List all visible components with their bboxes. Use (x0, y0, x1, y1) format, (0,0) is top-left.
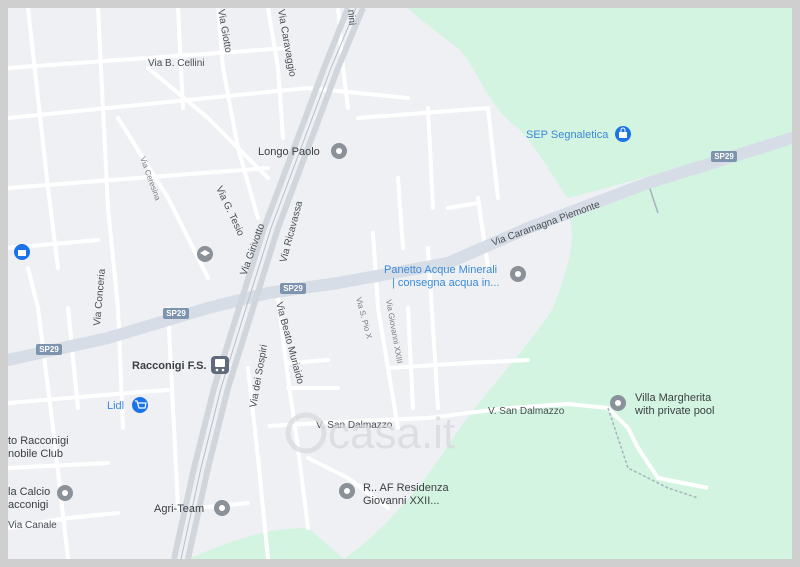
watermark: casa.it (285, 409, 455, 458)
street-label-muriaido: Via Beato Muriaido (273, 301, 306, 386)
street-label-tesio: Via G. Tesio (213, 185, 246, 239)
poi-label-calcio-line1[interactable]: la Calcio (8, 486, 50, 498)
poi-label-station[interactable]: Racconigi F.S. (132, 360, 207, 372)
shopping-cart-icon[interactable] (132, 397, 148, 413)
poi-label-panetto-line1[interactable]: Panetto Acque Minerali (384, 264, 497, 276)
poi-label-calcio-line2[interactable]: acconigi (8, 499, 48, 511)
road-shield: SP29 (36, 344, 62, 355)
location-pin-icon[interactable] (510, 266, 526, 282)
location-pin-icon[interactable] (57, 485, 73, 501)
road-shield: SP29 (163, 308, 189, 319)
train-icon[interactable] (211, 356, 229, 374)
street-label-conceria: Via Conceria (92, 268, 108, 326)
poi-label-villa-line2[interactable]: with private pool (634, 405, 715, 417)
poi-label-panetto-line2[interactable]: | consegna acqua in... (392, 277, 499, 289)
map-canvas[interactable]: SP29 SP29 SP29 SP29 Via B. Cellini Via G… (8, 8, 792, 559)
road-shield: SP29 (711, 151, 737, 162)
location-pin-icon[interactable] (610, 395, 626, 411)
svg-text:SP29: SP29 (39, 345, 59, 354)
poi-label-raf-line1[interactable]: R.. AF Residenza (363, 482, 449, 494)
street-label-canale: Via Canale (8, 520, 57, 531)
street-label-san-dalmazzo-east: V. San Dalmazzo (488, 406, 565, 417)
street-label-partial-top: nini (345, 9, 357, 25)
street-label-giotto: Via Giotto (215, 9, 234, 54)
poi-label-lidl[interactable]: Lidl (107, 400, 124, 412)
location-pin-icon[interactable] (339, 483, 355, 499)
poi-label-agri[interactable]: Agri-Team (154, 503, 204, 515)
street-label-pio: Via S. Pio X (354, 296, 374, 340)
location-pin-icon[interactable] (331, 143, 347, 159)
street-label-sospiri: Via dei Sospiri (248, 344, 270, 409)
road-shield: SP29 (280, 283, 306, 294)
svg-text:SP29: SP29 (166, 309, 186, 318)
shopping-bag-icon[interactable] (615, 126, 631, 142)
svg-text:SP29: SP29 (714, 152, 734, 161)
svg-text:casa.it: casa.it (328, 409, 455, 458)
map-frame: SP29 SP29 SP29 SP29 Via B. Cellini Via G… (8, 8, 792, 559)
poi-label-raf-line2[interactable]: Giovanni XXII... (363, 495, 439, 507)
poi-label-moto-line2[interactable]: nobile Club (8, 448, 63, 460)
poi-label-longo[interactable]: Longo Paolo (258, 146, 320, 158)
svg-text:SP29: SP29 (283, 284, 303, 293)
shopping-bag-icon[interactable] (14, 244, 30, 260)
location-pin-icon[interactable] (214, 500, 230, 516)
school-icon[interactable] (197, 246, 213, 262)
poi-label-sep[interactable]: SEP Segnaletica (526, 129, 609, 141)
poi-label-moto-line1[interactable]: to Racconigi (8, 435, 69, 447)
poi-label-villa-line1[interactable]: Villa Margherita (635, 392, 712, 404)
street-label-cellini: Via B. Cellini (148, 58, 205, 69)
